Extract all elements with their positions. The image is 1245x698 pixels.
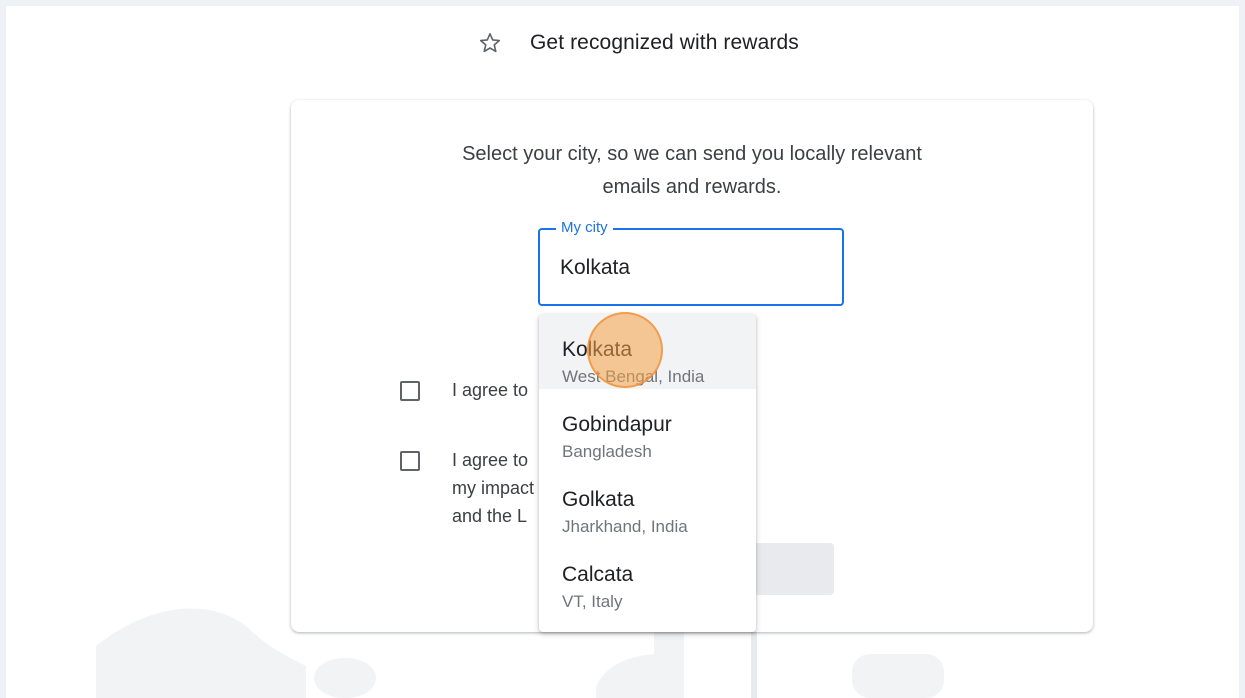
city-prompt-line2: emails and rewards. [602,176,782,198]
suggestion-region: Bangladesh [562,442,652,461]
city-prompt: Select your city, so we can send you loc… [291,138,1093,204]
suggestion-item[interactable]: Golkata Jharkhand, India [539,464,756,539]
star-icon [479,33,501,53]
suggestion-item[interactable]: Calcata VT, Italy [539,539,756,614]
rewards-banner: Get recognized with rewards [478,26,799,60]
suggestion-item[interactable]: Gobindapur Bangladesh [539,389,756,464]
suggestion-city: Golkata [562,488,635,511]
page: Get recognized with rewards Select your … [6,6,1239,698]
terms-checkbox[interactable] [400,381,420,401]
city-input[interactable] [560,256,820,280]
share-impact-label-line2: and the L [452,506,528,526]
rewards-text: Get recognized with rewards [530,31,799,54]
city-field-label: My city [556,218,613,238]
city-field[interactable]: My city [538,218,844,306]
suggestion-city: Calcata [562,563,634,586]
city-prompt-line1: Select your city, so we can send you loc… [462,143,922,165]
suggestion-region: VT, Italy [562,592,623,611]
share-impact-checkbox[interactable] [400,451,420,471]
suggestion-region: West Bengal, India [562,367,705,386]
suggestion-city: Gobindapur [562,413,672,436]
suggestion-region: Jharkhand, India [562,517,688,536]
click-indicator [587,312,663,388]
